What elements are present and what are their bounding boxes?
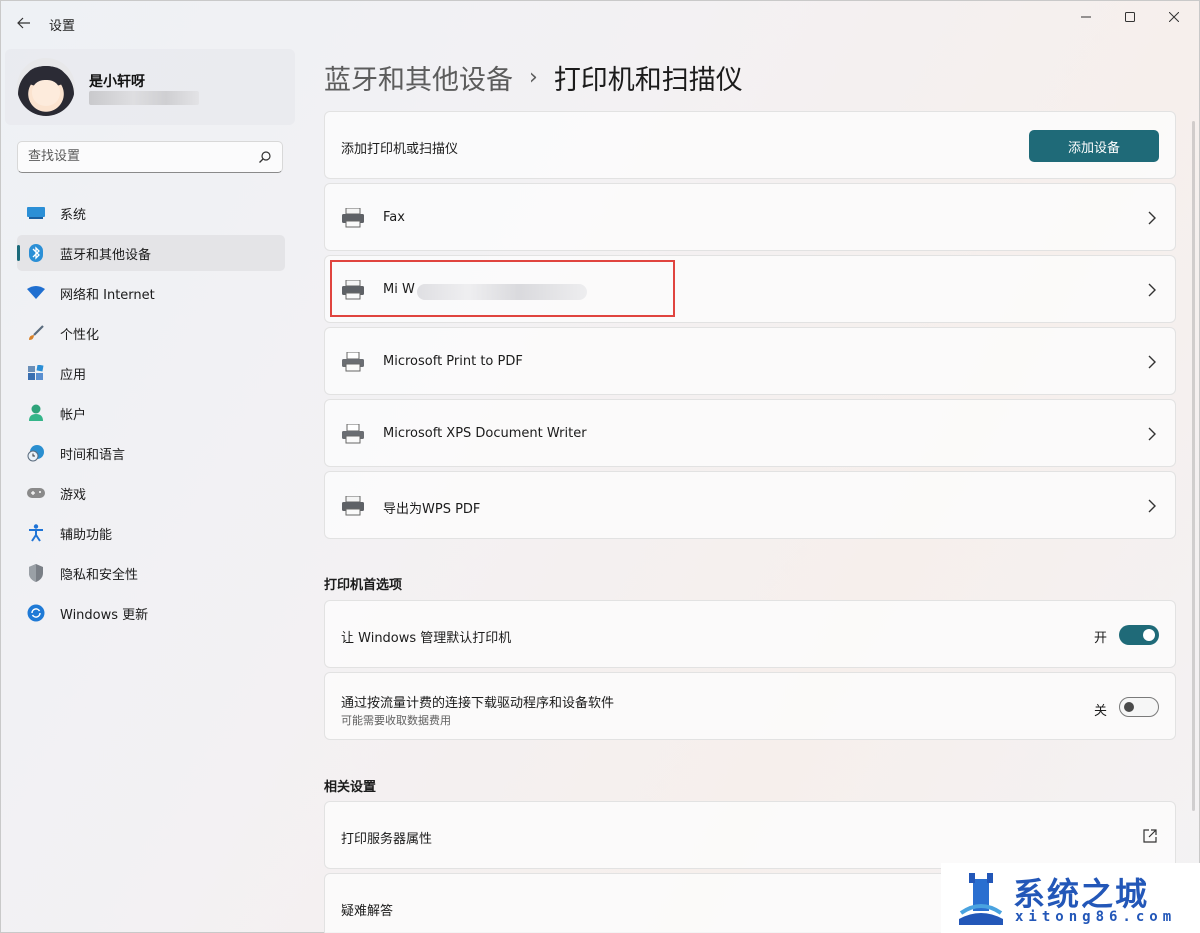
add-printer-card: 添加打印机或扫描仪 添加设备 <box>324 111 1176 179</box>
sidebar-nav: 系统 蓝牙和其他设备 网络和 Internet 个性化 应用 帐户 时间和语言 <box>17 195 285 635</box>
sidebar-item-label: 应用 <box>60 367 87 383</box>
settings-window: 设置 是小轩呀 系统 蓝牙和其他设备 <box>0 0 1200 933</box>
search-icon <box>259 151 271 163</box>
brush-icon <box>27 324 45 342</box>
wifi-icon <box>27 284 45 302</box>
printer-icon <box>342 352 364 372</box>
chevron-right-icon <box>1148 211 1156 225</box>
minimize-icon <box>1081 16 1091 18</box>
sidebar-item-privacy[interactable]: 隐私和安全性 <box>17 555 285 591</box>
sidebar-item-label: 辅助功能 <box>60 527 113 543</box>
sidebar-item-label: 游戏 <box>60 487 87 503</box>
printer-item-wps-pdf[interactable]: 导出为WPS PDF <box>324 471 1176 539</box>
close-button[interactable] <box>1151 1 1197 33</box>
sidebar-item-network[interactable]: 网络和 Internet <box>17 275 285 311</box>
clock-globe-icon <box>27 444 45 462</box>
printer-name: 导出为WPS PDF <box>383 502 481 517</box>
printer-name: Microsoft Print to PDF <box>383 354 523 369</box>
printer-item-fax[interactable]: Fax <box>324 183 1176 251</box>
gamepad-icon <box>27 484 45 502</box>
user-profile[interactable]: 是小轩呀 <box>5 49 295 125</box>
related-label: 打印服务器属性 <box>341 832 433 847</box>
title-bar: 设置 <box>1 1 1199 47</box>
sidebar-item-label: 帐户 <box>60 407 87 423</box>
pref-sublabel: 可能需要收取数据费用 <box>341 714 451 727</box>
pref-metered-download: 通过按流量计费的连接下载驱动程序和设备软件 可能需要收取数据费用 关 <box>324 672 1176 740</box>
add-device-button[interactable]: 添加设备 <box>1029 130 1159 162</box>
breadcrumb-parent[interactable]: 蓝牙和其他设备 <box>324 58 513 97</box>
metered-download-toggle[interactable] <box>1119 697 1159 717</box>
sidebar-item-accounts[interactable]: 帐户 <box>17 395 285 431</box>
bluetooth-icon <box>27 244 45 262</box>
update-icon <box>27 604 45 622</box>
printer-icon <box>342 208 364 228</box>
search-box[interactable] <box>17 141 283 173</box>
open-external-icon <box>1143 829 1157 843</box>
monitor-icon <box>27 204 45 222</box>
sidebar-item-bluetooth[interactable]: 蓝牙和其他设备 <box>17 235 285 271</box>
search-input[interactable] <box>28 149 248 164</box>
chevron-right-icon <box>1148 355 1156 369</box>
sidebar-item-apps[interactable]: 应用 <box>17 355 285 391</box>
pref-default-printer: 让 Windows 管理默认打印机 开 <box>324 600 1176 668</box>
section-heading-related: 相关设置 <box>324 780 377 795</box>
shield-icon <box>27 564 45 582</box>
sidebar-item-label: 隐私和安全性 <box>60 567 139 583</box>
default-printer-toggle[interactable] <box>1119 625 1159 645</box>
chevron-right-icon <box>1148 427 1156 441</box>
add-printer-label: 添加打印机或扫描仪 <box>341 142 459 157</box>
toggle-state-label: 开 <box>1093 631 1107 646</box>
maximize-icon <box>1125 12 1135 22</box>
scrollbar[interactable] <box>1192 121 1195 811</box>
app-title: 设置 <box>49 19 76 34</box>
sidebar-item-gaming[interactable]: 游戏 <box>17 475 285 511</box>
back-button[interactable] <box>13 11 35 35</box>
sidebar-item-label: 系统 <box>60 207 87 223</box>
breadcrumb: 蓝牙和其他设备 › 打印机和扫描仪 <box>324 57 743 97</box>
sidebar-item-personalization[interactable]: 个性化 <box>17 315 285 351</box>
sidebar-item-windows-update[interactable]: Windows 更新 <box>17 595 285 631</box>
close-icon <box>1169 12 1179 22</box>
watermark: 系统之城 xitong86.com <box>941 863 1200 933</box>
chevron-right-icon <box>1148 499 1156 513</box>
chevron-right-icon <box>1148 283 1156 297</box>
profile-email-redacted <box>89 91 199 105</box>
printer-name: Fax <box>383 210 405 225</box>
page-title: 打印机和扫描仪 <box>553 64 743 96</box>
printer-item-ms-xps[interactable]: Microsoft XPS Document Writer <box>324 399 1176 467</box>
profile-name: 是小轩呀 <box>89 74 145 90</box>
sidebar-item-label: Windows 更新 <box>60 607 149 623</box>
minimize-button[interactable] <box>1063 1 1109 33</box>
related-label: 疑难解答 <box>341 904 394 919</box>
related-print-server-properties[interactable]: 打印服务器属性 <box>324 801 1176 869</box>
pref-label: 通过按流量计费的连接下载驱动程序和设备软件 <box>341 696 615 711</box>
breadcrumb-separator: › <box>529 64 538 90</box>
back-arrow-icon <box>17 17 30 29</box>
sidebar-item-system[interactable]: 系统 <box>17 195 285 231</box>
printer-icon <box>342 424 364 444</box>
accessibility-icon <box>27 524 45 542</box>
highlight-box <box>330 260 675 317</box>
sidebar-item-label: 个性化 <box>60 327 100 343</box>
sidebar-item-time-language[interactable]: 时间和语言 <box>17 435 285 471</box>
pref-label: 让 Windows 管理默认打印机 <box>341 631 512 646</box>
printer-icon <box>342 496 364 516</box>
maximize-button[interactable] <box>1107 1 1153 33</box>
apps-icon <box>27 364 45 382</box>
printer-item-ms-pdf[interactable]: Microsoft Print to PDF <box>324 327 1176 395</box>
person-icon <box>27 404 45 422</box>
sidebar-item-accessibility[interactable]: 辅助功能 <box>17 515 285 551</box>
watermark-url: xitong86.com <box>1015 909 1177 925</box>
avatar <box>17 58 75 116</box>
toggle-state-label: 关 <box>1093 704 1107 719</box>
castle-logo-icon <box>959 873 1003 925</box>
sidebar-item-label: 网络和 Internet <box>60 287 155 303</box>
sidebar-item-label: 蓝牙和其他设备 <box>60 247 152 263</box>
sidebar-item-label: 时间和语言 <box>60 447 126 463</box>
section-heading-preferences: 打印机首选项 <box>324 578 403 593</box>
printer-name: Microsoft XPS Document Writer <box>383 426 587 441</box>
